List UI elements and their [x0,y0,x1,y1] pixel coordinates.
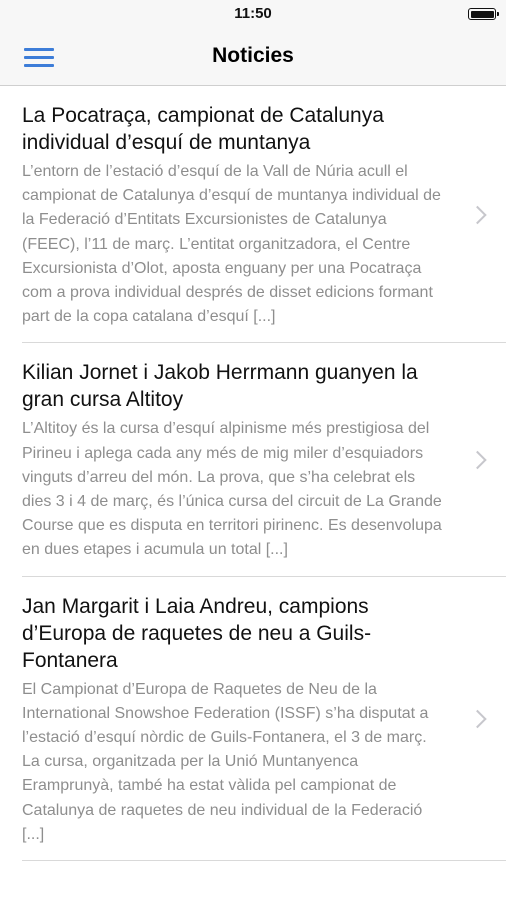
news-title: Jan Margarit i Laia Andreu, campions d’E… [22,594,372,672]
news-list: La Pocatraça, campionat de Catalunya ind… [0,86,506,862]
chevron-right-icon [468,205,487,224]
status-time: 11:50 [234,5,272,22]
chevron-right-icon [468,450,487,470]
news-list-item[interactable]: Kilian Jornet i Jakob Herrmann guanyen l… [0,343,506,577]
page-title: Noticies [212,44,294,67]
news-list-item[interactable]: Jan Margarit i Laia Andreu, campions d’E… [0,577,506,862]
news-title: La Pocatraça, campionat de Catalunya ind… [22,104,384,154]
news-excerpt: L’entorn de l’estació d’esquí de la Vall… [22,163,441,326]
news-excerpt: L’Altitoy és la cursa d’esquí alpinisme … [22,420,442,559]
status-bar: 11:50 [0,0,506,28]
news-excerpt: El Campionat d’Europa de Raquetes de Neu… [22,680,429,843]
divider [22,860,506,862]
chevron-right-icon [468,709,487,729]
navigation-bar: Noticies [0,28,506,86]
news-title: Kilian Jornet i Jakob Herrmann guanyen l… [22,361,418,412]
battery-icon [468,8,499,20]
news-list-item[interactable]: La Pocatraça, campionat de Catalunya ind… [0,86,506,344]
